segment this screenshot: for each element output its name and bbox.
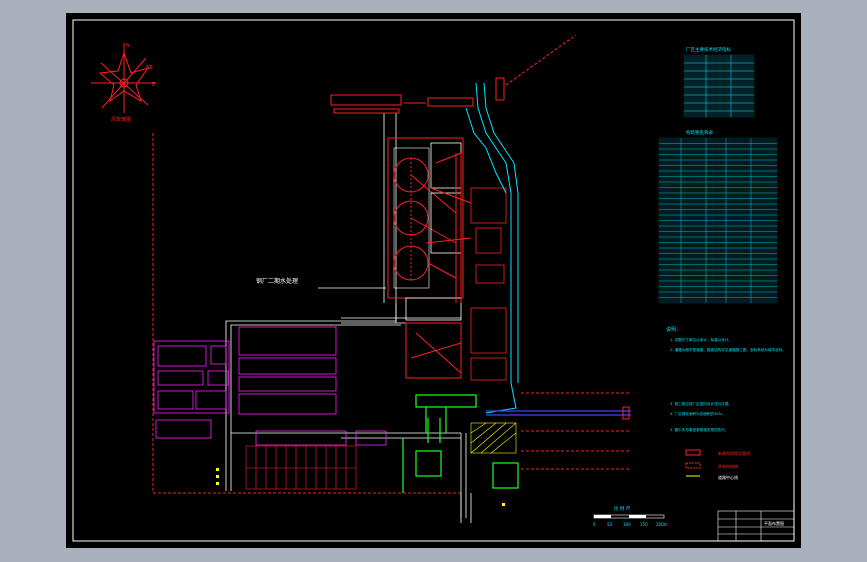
yellow-markers <box>216 468 505 506</box>
magenta-buildings <box>153 326 387 446</box>
scale-tick-2: 100 <box>623 522 631 527</box>
site-plan: 风玫瑰图 N NE E 钢厂二期水处理 厂区主要技术经济指标 构筑物名称表 说明… <box>72 19 795 542</box>
summary-table <box>683 54 755 118</box>
scale-tick-4: 200m <box>656 522 668 527</box>
title-block <box>717 510 795 542</box>
site-boundary <box>152 34 631 494</box>
scale-bar <box>593 514 665 519</box>
scale-tick-0: 0 <box>593 522 596 527</box>
note-line-2: 2. 道路为城市型道路，路面结构详见道路施工图，坐标系统为城市坐标。 <box>670 347 786 352</box>
wind-rose <box>91 43 156 113</box>
compass-label: 风玫瑰图 <box>111 116 131 123</box>
legend-swatch-1 <box>685 449 701 456</box>
legend-swatch-2 <box>685 462 701 469</box>
scale-tick-3: 150 <box>640 522 648 527</box>
yellow-tank <box>470 422 517 454</box>
scale-title: 比 例 尺 <box>614 505 631 512</box>
note-line-1: 1. 本图尺寸单位以米计，标高以米计。 <box>670 337 732 342</box>
note-line-3: 3. 施工前应按厂区竖向设计进行平整。 <box>670 401 732 406</box>
structure-list-table <box>658 137 778 304</box>
legend-label-1: 新建构筑物及管线 <box>718 450 750 456</box>
structure-list-title: 构筑物名称表 <box>686 129 713 136</box>
compass-coord-c: E <box>152 82 155 88</box>
summary-table-title: 厂区主要技术经济指标 <box>686 46 731 53</box>
compass-coord-b: NE <box>146 65 153 71</box>
clarifier-tanks <box>387 137 464 299</box>
scale-tick-1: 50 <box>607 522 613 527</box>
title-block-project: 平面布置图 <box>764 520 784 526</box>
blue-pipe-end <box>622 406 630 420</box>
legend-label-3: 道路中心线 <box>718 474 738 480</box>
site-label: 钢厂二期水处理 <box>256 277 298 285</box>
notes-heading: 说明： <box>666 326 681 333</box>
cyan-pipes <box>465 82 519 414</box>
compass-coord-a: N <box>126 43 130 49</box>
legend-label-2: 原有构筑物 <box>718 463 738 469</box>
legend: 新建构筑物及管线 原有构筑物 道路中心线 <box>685 449 750 480</box>
drawing-frame: 风玫瑰图 N NE E 钢厂二期水处理 厂区主要技术经济指标 构筑物名称表 说明… <box>66 13 801 548</box>
note-line-4: 4. 厂区绿化面积为总面积的30%。 <box>670 411 726 416</box>
blue-pipe <box>486 410 631 416</box>
note-line-5: 5. 图中未尽事宜参照相关规范执行。 <box>670 427 728 432</box>
parking-grid <box>245 445 357 490</box>
green-pipes <box>402 394 519 493</box>
pipelines <box>410 152 472 374</box>
